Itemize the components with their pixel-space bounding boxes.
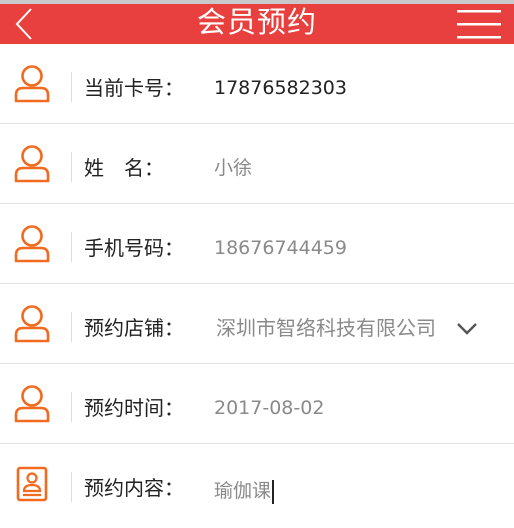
page-title: 会员预约 [196, 5, 317, 39]
card-number-value: 17876582303 [214, 77, 347, 99]
document-person-icon [12, 464, 52, 504]
menu-button[interactable] [452, 4, 506, 44]
form-row-phone: 手机号码： 18676744459 [0, 204, 514, 284]
phone-label: 手机号码： [84, 236, 184, 260]
chevron-down-icon[interactable] [456, 322, 478, 336]
time-label: 预约时间： [84, 396, 184, 420]
appointment-form: 当前卡号： 17876582303 姓 名： 小徐 手机号码： 18676744… [0, 44, 514, 524]
name-value: 小徐 [214, 157, 253, 179]
person-icon [12, 144, 52, 184]
row-divider [71, 472, 72, 502]
card-number-label: 当前卡号： [84, 76, 184, 100]
hamburger-menu-icon [457, 10, 501, 39]
content-input[interactable]: 瑜伽课 [214, 473, 275, 509]
name-label: 姓 名： [84, 156, 164, 180]
member-appointment-screen: 会员预约 当前卡号： 17876582303 姓 名： 小徐 手机号码： 186… [0, 0, 514, 528]
row-divider [71, 232, 72, 262]
person-icon [12, 224, 52, 264]
text-caret [272, 479, 275, 504]
phone-value: 18676744459 [214, 237, 347, 259]
row-divider [71, 312, 72, 342]
row-divider [71, 392, 72, 422]
time-value[interactable]: 2017-08-02 [214, 364, 324, 444]
content-label: 预约内容： [84, 476, 184, 500]
app-header: 会员预约 [0, 4, 514, 44]
person-icon [12, 304, 52, 344]
form-row-card-number: 当前卡号： 17876582303 [0, 44, 514, 124]
form-row-name: 姓 名： 小徐 [0, 124, 514, 204]
form-row-content: 预约内容： 瑜伽课 [0, 444, 514, 524]
content-input-text: 瑜伽课 [214, 480, 272, 502]
store-label: 预约店铺： [84, 316, 184, 340]
row-divider [71, 152, 72, 182]
form-row-store: 预约店铺： 深圳市智络科技有限公司 [0, 284, 514, 364]
row-divider [71, 72, 72, 102]
form-row-time: 预约时间： 2017-08-02 [0, 364, 514, 444]
person-icon [12, 384, 52, 424]
store-select[interactable]: 深圳市智络科技有限公司 [216, 284, 464, 364]
person-icon [12, 64, 52, 104]
